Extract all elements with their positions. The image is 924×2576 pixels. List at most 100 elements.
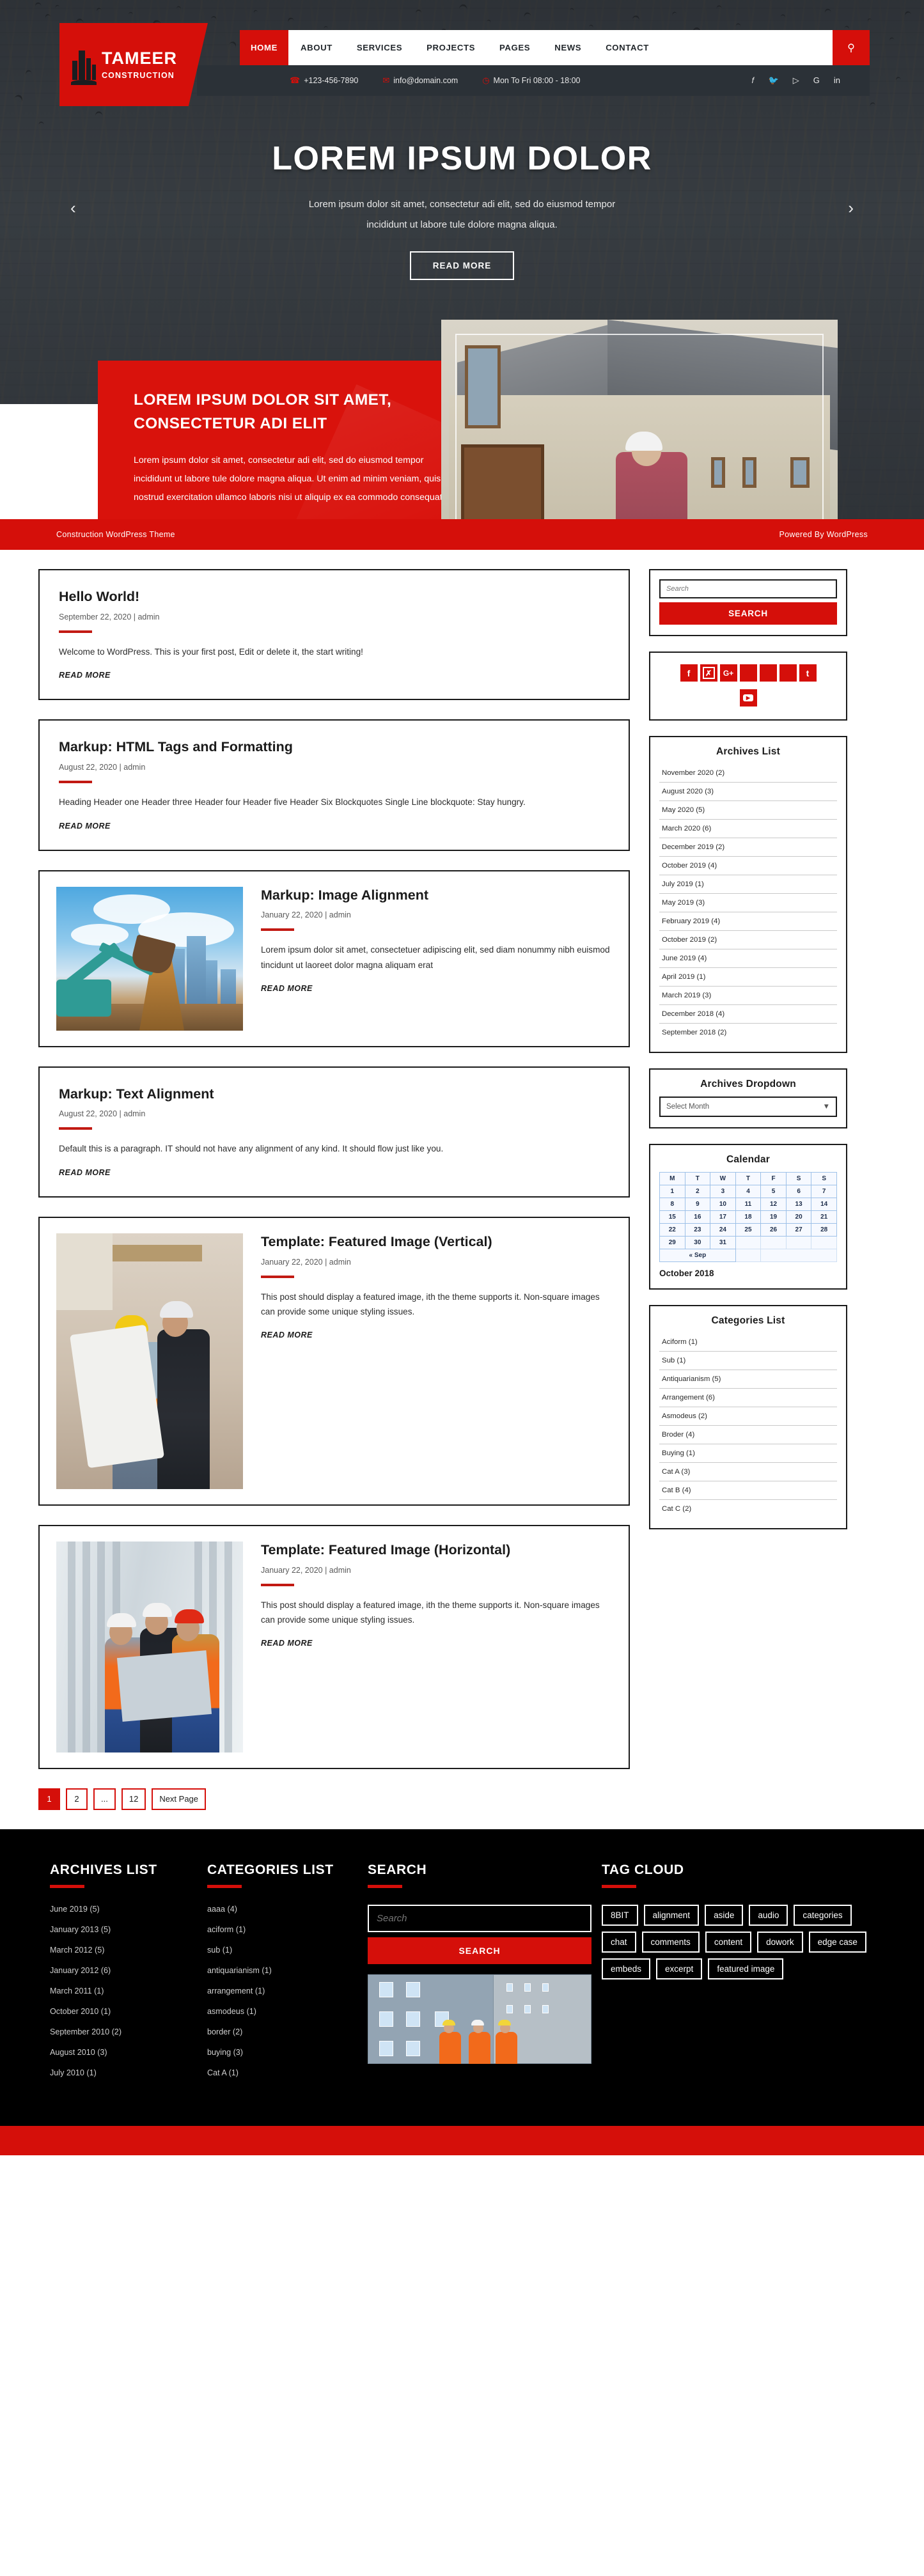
facebook-icon[interactable]: 𝑓 [752, 75, 755, 86]
post-read-more-link[interactable]: READ MORE [261, 1639, 313, 1648]
calendar-day[interactable]: 4 [735, 1185, 761, 1198]
nav-item-contact[interactable]: CONTACT [593, 30, 661, 65]
post-read-more-link[interactable]: READ MORE [59, 671, 111, 680]
youtube-icon[interactable]: ▷ [793, 75, 799, 86]
tag-alignment[interactable]: alignment [644, 1905, 700, 1926]
site-logo[interactable]: TAMEER CONSTRUCTION [59, 23, 208, 106]
post-title[interactable]: Markup: Image Alignment [261, 887, 612, 904]
pagination-button--[interactable]: ... [93, 1788, 116, 1810]
footer-category-item[interactable]: antiquarianism (1) [207, 1966, 357, 1975]
calendar-day[interactable]: 2 [685, 1185, 710, 1198]
tag-edge-case[interactable]: edge case [809, 1932, 866, 1953]
archive-list-item[interactable]: June 2019 (4) [659, 949, 837, 968]
post-thumbnail[interactable] [56, 887, 243, 1031]
post-read-more-link[interactable]: READ MORE [59, 1168, 111, 1177]
calendar-day[interactable]: 11 [735, 1198, 761, 1211]
social-blank-2-icon[interactable] [760, 664, 777, 682]
google-icon[interactable]: G [813, 75, 820, 86]
calendar-day[interactable]: 7 [811, 1185, 837, 1198]
calendar-day[interactable]: 20 [786, 1211, 811, 1224]
archive-list-item[interactable]: September 2018 (2) [659, 1024, 837, 1042]
twitter-icon[interactable]: 🐦 [769, 75, 779, 86]
calendar-day[interactable]: 10 [710, 1198, 736, 1211]
category-list-item[interactable]: Cat C (2) [659, 1500, 837, 1518]
calendar-day[interactable]: 24 [710, 1224, 736, 1237]
tumblr-icon[interactable]: t [799, 664, 817, 682]
calendar-day[interactable]: 18 [735, 1211, 761, 1224]
carousel-next-arrow[interactable]: › [848, 198, 854, 218]
category-list-item[interactable]: Cat A (3) [659, 1463, 837, 1481]
tag-embeds[interactable]: embeds [602, 1958, 650, 1979]
footer-category-item[interactable]: sub (1) [207, 1946, 357, 1955]
tag-categories[interactable]: categories [794, 1905, 851, 1926]
footer-archive-item[interactable]: March 2012 (5) [50, 1946, 197, 1955]
x-twitter-icon[interactable]: ✗ [700, 664, 717, 682]
tag-8bit[interactable]: 8BIT [602, 1905, 638, 1926]
pagination-button-12[interactable]: 12 [121, 1788, 146, 1810]
calendar-day[interactable]: 3 [710, 1185, 736, 1198]
email-info[interactable]: ✉ info@domain.com [382, 75, 458, 86]
nav-item-home[interactable]: HOME [240, 30, 288, 65]
calendar-day[interactable]: 12 [761, 1198, 787, 1211]
footer-search-button[interactable]: SEARCH [368, 1937, 591, 1964]
archive-list-item[interactable]: May 2020 (5) [659, 801, 837, 820]
archive-list-item[interactable]: March 2020 (6) [659, 820, 837, 838]
calendar-day[interactable]: 26 [761, 1224, 787, 1237]
calendar-day[interactable]: 13 [786, 1198, 811, 1211]
category-list-item[interactable]: Antiquarianism (5) [659, 1370, 837, 1389]
archive-list-item[interactable]: December 2018 (4) [659, 1005, 837, 1024]
calendar-day[interactable]: 28 [811, 1224, 837, 1237]
footer-category-item[interactable]: aciform (1) [207, 1925, 357, 1934]
calendar-day[interactable]: 1 [660, 1185, 685, 1198]
tag-chat[interactable]: chat [602, 1932, 636, 1953]
post-thumbnail[interactable] [56, 1233, 243, 1489]
calendar-prev-month-link[interactable]: « Sep [660, 1249, 736, 1262]
post-thumbnail[interactable] [56, 1542, 243, 1752]
pagination-button-1[interactable]: 1 [38, 1788, 60, 1810]
calendar-day[interactable]: 19 [761, 1211, 787, 1224]
youtube-icon[interactable]: ▶ [740, 689, 757, 706]
archive-list-item[interactable]: October 2019 (4) [659, 857, 837, 875]
tag-excerpt[interactable]: excerpt [656, 1958, 702, 1979]
tag-dowork[interactable]: dowork [757, 1932, 803, 1953]
social-blank-1-icon[interactable] [740, 664, 757, 682]
post-read-more-link[interactable]: READ MORE [261, 1331, 313, 1339]
category-list-item[interactable]: Asmodeus (2) [659, 1407, 837, 1426]
footer-category-item[interactable]: border (2) [207, 2027, 357, 2036]
footer-archive-item[interactable]: June 2019 (5) [50, 1905, 197, 1914]
category-list-item[interactable]: Cat B (4) [659, 1481, 837, 1500]
category-list-item[interactable]: Broder (4) [659, 1426, 837, 1444]
calendar-day[interactable]: 31 [710, 1237, 736, 1249]
archive-list-item[interactable]: October 2019 (2) [659, 931, 837, 949]
nav-item-about[interactable]: ABOUT [288, 30, 345, 65]
nav-item-projects[interactable]: PROJECTS [414, 30, 487, 65]
footer-category-item[interactable]: arrangement (1) [207, 1987, 357, 1995]
post-title[interactable]: Hello World! [59, 588, 609, 605]
archives-month-select[interactable]: Select Month ▼ [659, 1097, 837, 1117]
calendar-day[interactable]: 27 [786, 1224, 811, 1237]
archive-list-item[interactable]: April 2019 (1) [659, 968, 837, 987]
pagination-button-next-page[interactable]: Next Page [152, 1788, 206, 1810]
calendar-day[interactable]: 17 [710, 1211, 736, 1224]
post-title[interactable]: Template: Featured Image (Horizontal) [261, 1542, 612, 1559]
category-list-item[interactable]: Arrangement (6) [659, 1389, 837, 1407]
footer-archive-item[interactable]: March 2011 (1) [50, 1987, 197, 1995]
footer-category-item[interactable]: aaaa (4) [207, 1905, 357, 1914]
nav-search-button[interactable]: ⚲ [833, 30, 870, 65]
footer-category-item[interactable]: Cat A (1) [207, 2068, 357, 2077]
tag-featured-image[interactable]: featured image [708, 1958, 783, 1979]
calendar-day[interactable]: 22 [660, 1224, 685, 1237]
footer-archive-item[interactable]: January 2012 (6) [50, 1966, 197, 1975]
tag-aside[interactable]: aside [705, 1905, 743, 1926]
archive-list-item[interactable]: May 2019 (3) [659, 894, 837, 912]
footer-category-item[interactable]: asmodeus (1) [207, 2007, 357, 2016]
footer-archive-item[interactable]: July 2010 (1) [50, 2068, 197, 2077]
calendar-day[interactable]: 9 [685, 1198, 710, 1211]
hero-read-more-button[interactable]: READ MORE [410, 251, 515, 280]
archive-list-item[interactable]: November 2020 (2) [659, 764, 837, 783]
archive-list-item[interactable]: December 2019 (2) [659, 838, 837, 857]
carousel-prev-arrow[interactable]: ‹ [70, 198, 76, 218]
footer-archive-item[interactable]: October 2010 (1) [50, 2007, 197, 2016]
footer-archive-item[interactable]: January 2013 (5) [50, 1925, 197, 1934]
linkedin-icon[interactable]: in [834, 75, 840, 86]
